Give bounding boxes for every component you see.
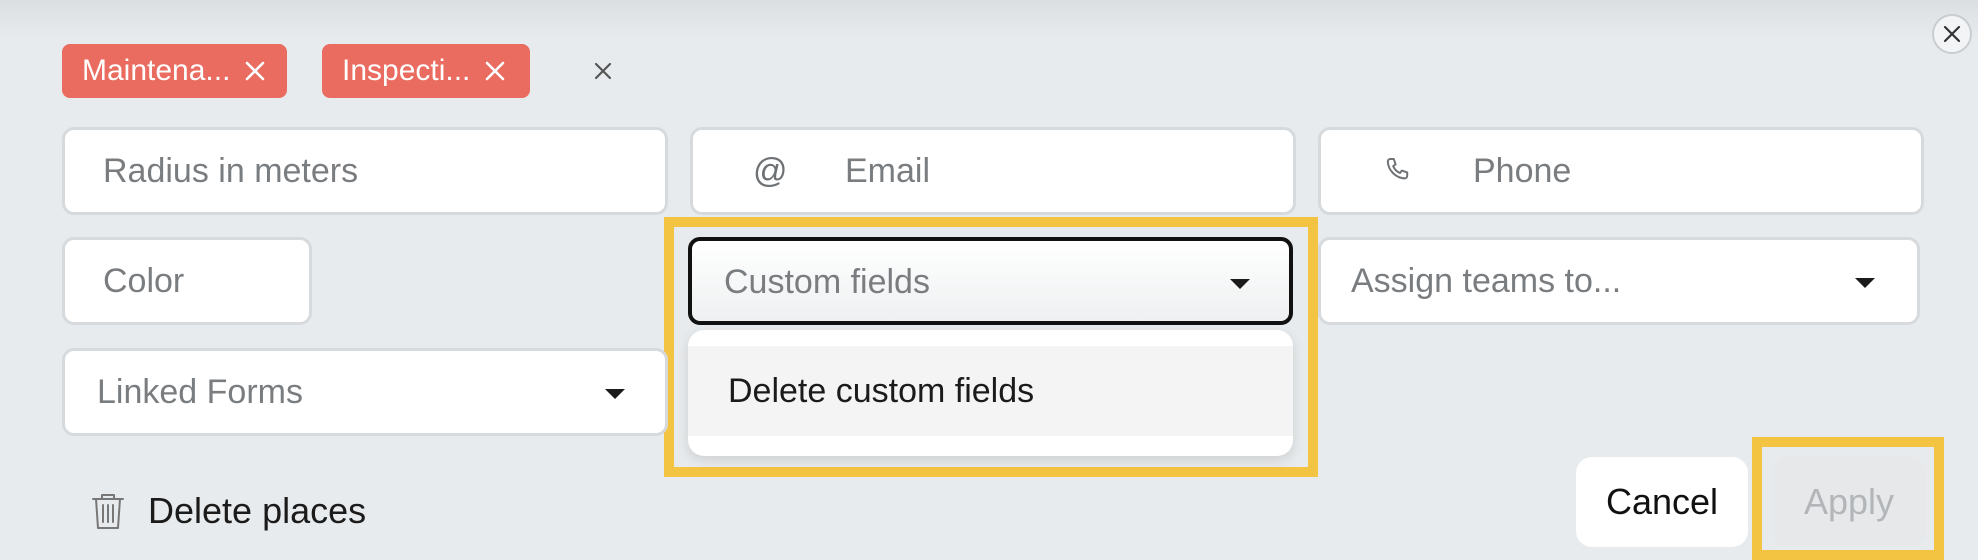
close-icon (594, 62, 612, 80)
phone-input[interactable]: Phone (1318, 127, 1924, 215)
custom-fields-placeholder: Custom fields (724, 263, 930, 301)
radius-placeholder: Radius in meters (103, 151, 359, 190)
chevron-down-icon (1230, 279, 1250, 289)
delete-places-label: Delete places (148, 490, 367, 531)
apply-label: Apply (1803, 481, 1895, 522)
color-input[interactable]: Color (62, 237, 312, 325)
chevron-down-icon (1855, 278, 1875, 288)
delete-places-button[interactable]: Delete places (90, 480, 366, 542)
phone-placeholder: Phone (1473, 151, 1572, 190)
assign-teams-placeholder: Assign teams to... (1351, 261, 1622, 300)
cancel-button[interactable]: Cancel (1576, 457, 1748, 547)
phone-icon (1386, 157, 1409, 180)
tag-chip: Inspecti... (322, 44, 530, 98)
at-icon: @ (753, 151, 788, 190)
radius-input[interactable]: Radius in meters (62, 127, 668, 215)
email-placeholder: Email (845, 151, 931, 190)
linked-forms-placeholder: Linked Forms (97, 372, 303, 411)
remove-tag-icon[interactable] (244, 60, 266, 82)
remove-tag-icon[interactable] (484, 60, 506, 82)
custom-fields-menu: Delete custom fields (688, 330, 1293, 456)
apply-button[interactable]: Apply (1772, 457, 1926, 547)
tag-label: Maintena... (82, 54, 231, 87)
custom-fields-select[interactable]: Custom fields (688, 237, 1293, 325)
clear-tags-button[interactable] (588, 56, 618, 86)
tag-label: Inspecti... (342, 54, 471, 87)
assign-teams-select[interactable]: Assign teams to... (1318, 237, 1920, 325)
tag-chip: Maintena... (62, 44, 287, 98)
trash-icon (92, 494, 124, 529)
color-placeholder: Color (103, 261, 185, 300)
email-input[interactable]: @ Email (690, 127, 1296, 215)
close-icon (1943, 25, 1961, 43)
menu-item-delete-custom-fields[interactable]: Delete custom fields (688, 346, 1293, 436)
close-dialog-button[interactable] (1932, 14, 1972, 54)
menu-item-label: Delete custom fields (728, 371, 1035, 410)
chevron-down-icon (605, 389, 625, 399)
cancel-label: Cancel (1605, 481, 1719, 522)
linked-forms-select[interactable]: Linked Forms (62, 348, 668, 436)
